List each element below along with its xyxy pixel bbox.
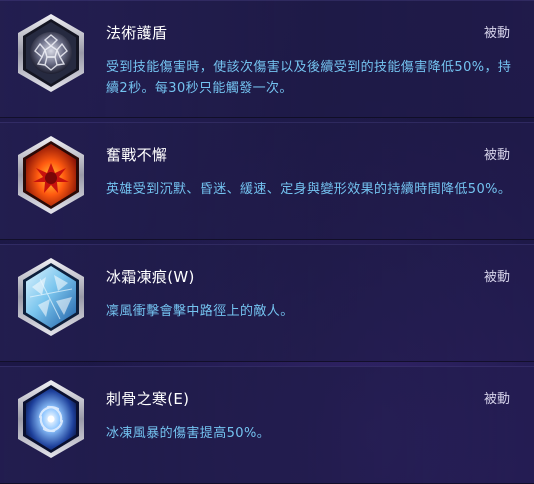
talent-type-badge: 被動	[483, 148, 510, 163]
talent-row-spell-shield[interactable]: 法術護盾 被動 受到技能傷害時，使該次傷害以及後續受到的技能傷害降低50%，持續…	[0, 0, 534, 118]
red-burst-icon	[16, 135, 86, 215]
frost-vortex-icon	[16, 379, 86, 459]
talent-type-badge: 被動	[483, 392, 510, 407]
talent-row-biting-cold[interactable]: 刺骨之寒(E) 被動 冰凍風暴的傷害提高50%。	[0, 366, 534, 484]
talent-type-badge: 被動	[483, 26, 510, 41]
talent-name: 冰霜凍痕(W)	[106, 268, 195, 286]
talent-description: 凜風衝擊會擊中路徑上的敵人。	[106, 304, 294, 319]
talent-row-unrelenting[interactable]: 奮戰不懈 被動 英雄受到沉默、昏迷、緩速、定身與變形效果的持續時間降低50%。	[0, 122, 534, 240]
ice-shard-icon	[16, 257, 86, 337]
talent-type-badge: 被動	[483, 270, 510, 285]
talent-name: 法術護盾	[106, 24, 168, 42]
talent-name: 奮戰不懈	[106, 146, 168, 164]
talent-row-frost-scars[interactable]: 冰霜凍痕(W) 被動 凜風衝擊會擊中路徑上的敵人。	[0, 244, 534, 362]
talent-description: 受到技能傷害時，使該次傷害以及後續受到的技能傷害降低50%，持續2秒。每30秒只…	[106, 60, 512, 96]
talent-description: 英雄受到沉默、昏迷、緩速、定身與變形效果的持續時間降低50%。	[106, 182, 512, 197]
hexagon-sphere-icon	[16, 13, 86, 93]
talent-description: 冰凍風暴的傷害提高50%。	[106, 426, 271, 441]
talent-list: 法術護盾 被動 受到技能傷害時，使該次傷害以及後續受到的技能傷害降低50%，持續…	[0, 0, 534, 484]
talent-name: 刺骨之寒(E)	[106, 390, 190, 408]
